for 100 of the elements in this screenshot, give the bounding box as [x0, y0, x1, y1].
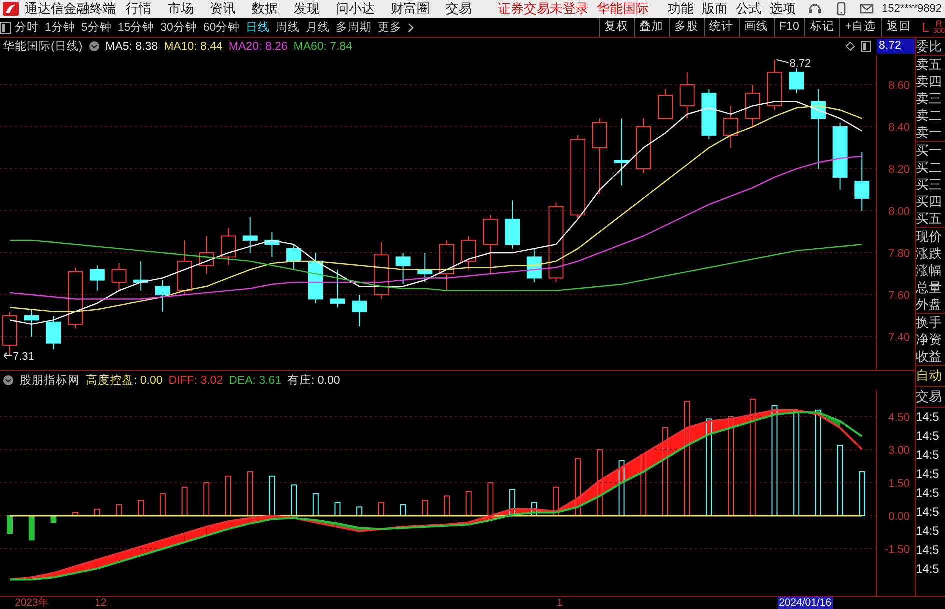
histogram-bar	[94, 508, 100, 516]
headset-icon[interactable]	[808, 2, 822, 16]
quote-field-label: 买三	[916, 176, 943, 193]
chevron-circle-icon[interactable]	[88, 41, 100, 52]
toolbar-button[interactable]: 画线	[738, 18, 774, 37]
candlestick	[155, 280, 170, 312]
toolbar-button[interactable]: 复权	[598, 18, 634, 37]
period-tab[interactable]: 5分钟	[81, 20, 112, 35]
toolbar-button[interactable]: +自选	[839, 18, 882, 37]
histogram-bar	[182, 486, 188, 516]
trade-time: 14:5	[916, 542, 940, 559]
toolbar-button[interactable]: 统计	[704, 18, 739, 37]
trade-label: 交易	[916, 387, 945, 408]
period-tab[interactable]: 更多	[378, 20, 402, 35]
period-tab[interactable]: 分时	[15, 20, 39, 35]
candlestick	[440, 240, 454, 292]
leader-line	[776, 59, 790, 64]
panel-toggle-icon[interactable]	[0, 22, 11, 34]
histogram-bar	[312, 494, 319, 516]
candlestick	[242, 216, 258, 254]
toolbar-button[interactable]: 返回	[881, 18, 916, 37]
histogram-bar	[640, 454, 647, 516]
histogram-bar	[356, 506, 363, 516]
indicator-axis-label: 4.50	[888, 412, 910, 424]
candlestick	[702, 88, 717, 140]
histogram-bar	[510, 489, 516, 516]
histogram-bar	[531, 502, 538, 516]
histogram-bar	[138, 500, 144, 516]
left-panel-toggle[interactable]: L	[922, 20, 930, 35]
menu-item[interactable]: 市场	[168, 0, 194, 18]
quote-field-label: 买二	[916, 159, 943, 176]
auto-trade-label[interactable]: 自动	[916, 366, 945, 387]
menu-item[interactable]: 行情	[126, 0, 152, 18]
candlestick	[199, 236, 214, 275]
login-status: 证券交易未登录	[498, 0, 589, 18]
moving-average-value: MA5: 8.38	[106, 40, 158, 52]
histogram-bar	[116, 504, 122, 516]
quote-field-label: 涨幅	[916, 262, 943, 279]
panel-icon[interactable]	[861, 41, 871, 52]
user-account[interactable]: 152****9892	[882, 3, 942, 15]
quote-field-label: 买四	[916, 193, 943, 210]
moving-average-value: MA20: 8.26	[228, 40, 288, 52]
candlestick	[90, 265, 105, 292]
candlestick	[46, 316, 62, 350]
toolbar-button[interactable]: 多股	[668, 18, 704, 37]
quote-field-label: 涨跌	[916, 245, 943, 262]
period-tab[interactable]: 多周期	[336, 20, 372, 35]
period-tab[interactable]: 30分钟	[160, 20, 198, 35]
trade-time: 14:5	[916, 504, 940, 521]
candlestick	[461, 236, 476, 270]
quote-field-label: 卖五	[916, 56, 943, 73]
toolbar-button[interactable]: 标记	[804, 18, 840, 37]
period-tab[interactable]: 月线	[306, 20, 330, 35]
indicator-value: DIFF: 3.02	[168, 374, 224, 386]
menu-item[interactable]: 问小达	[336, 0, 375, 18]
quote-field-label: 买一	[916, 142, 943, 159]
period-tab[interactable]: 15分钟	[118, 20, 155, 35]
menu-item[interactable]: 数据	[252, 0, 278, 18]
candlestick	[308, 252, 324, 304]
menu-item[interactable]: 资讯	[210, 0, 236, 18]
chart-title: 华能国际(日线)	[3, 40, 83, 54]
chevron-circle-icon[interactable]	[3, 375, 14, 386]
menu-item[interactable]: 选项	[770, 0, 796, 18]
indicator-title: 股朋指标网	[20, 374, 80, 388]
price-axis-label: 7.60	[888, 290, 910, 302]
quote-field-label: 委比	[916, 38, 945, 56]
histogram-bar	[247, 472, 254, 516]
right-panel-toggle[interactable]: R	[936, 20, 942, 28]
candlestick	[505, 200, 520, 250]
candlestick	[396, 252, 411, 286]
diamond-icon[interactable]	[846, 42, 855, 51]
indicator-value: 高度控盘: 0.00	[86, 373, 163, 388]
high-price-marker: 8.72	[790, 58, 812, 70]
histogram-bar	[444, 496, 450, 516]
menu-item[interactable]: 功能	[668, 0, 694, 18]
menu-item[interactable]: 版面	[702, 0, 728, 18]
price-axis-label: 7.40	[888, 332, 910, 344]
quote-field-label: 卖二	[916, 107, 943, 124]
histogram-bar	[50, 516, 57, 524]
period-tab[interactable]: 1分钟	[45, 20, 76, 35]
price-axis-label: 7.80	[888, 248, 910, 260]
quote-field-label: 换手	[916, 314, 943, 331]
candlestick	[134, 260, 149, 292]
toolbar-button[interactable]: F10	[774, 18, 804, 37]
price-axis-label: 8.60	[888, 80, 910, 92]
chevron-icon[interactable]	[408, 22, 414, 32]
menu-item[interactable]: 发现	[294, 0, 320, 18]
period-tab[interactable]: 60分钟	[203, 20, 240, 35]
histogram-bar	[226, 476, 232, 516]
histogram-bar	[204, 482, 210, 516]
quote-field-label: 收益	[916, 348, 945, 366]
menu-item[interactable]: 财富圈	[391, 0, 430, 18]
period-tab[interactable]: 周线	[276, 20, 300, 35]
mail-icon[interactable]	[860, 2, 874, 16]
toolbar-button[interactable]: 叠加	[634, 18, 669, 37]
menu-item[interactable]: 公式	[736, 0, 762, 18]
menu-item[interactable]: 交易	[446, 0, 472, 18]
app-title: 通达信金融终端	[25, 0, 116, 18]
period-tab[interactable]: 日线	[246, 20, 270, 35]
histogram-bar	[618, 460, 625, 516]
